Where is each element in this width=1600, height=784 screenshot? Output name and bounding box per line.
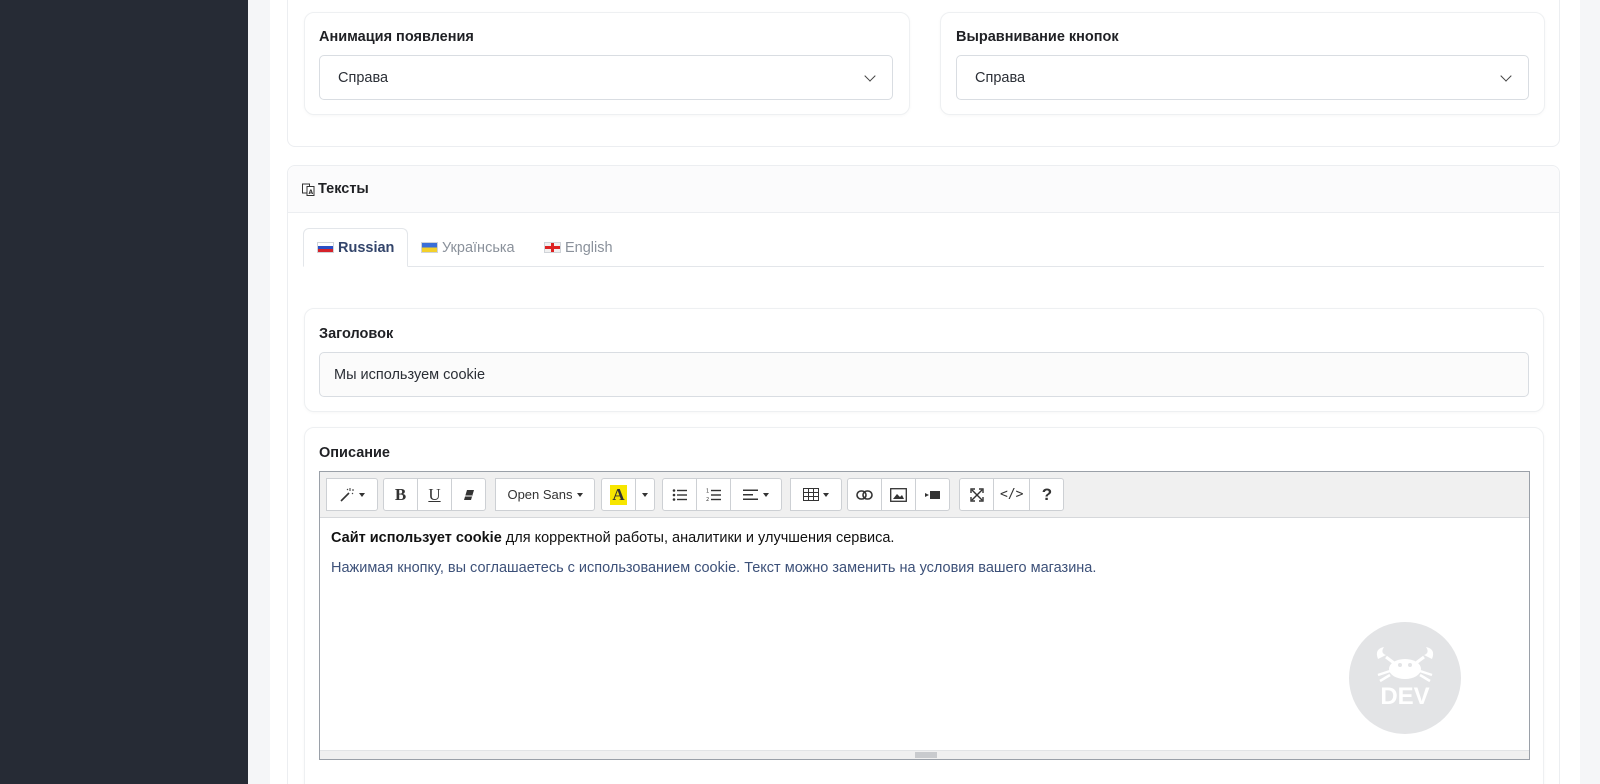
table-group [790, 478, 842, 511]
caret-down-icon [823, 492, 829, 497]
chevron-down-icon [1500, 69, 1512, 82]
table-button[interactable] [790, 478, 842, 511]
editor-line-2: Нажимая кнопку, вы соглашаетесь с исполь… [331, 560, 1097, 576]
caret-down-icon [763, 492, 769, 497]
sidebar [0, 0, 248, 784]
flag-en-icon [544, 242, 561, 253]
svg-text:A: A [309, 189, 314, 196]
tab-ukrainian-label: Українська [442, 239, 515, 256]
editor-content[interactable]: Сайт использует cookie для корректной ра… [331, 528, 1096, 578]
editor-toolbar: B U Open Sans A 1 2 </> ? [320, 472, 1529, 518]
rich-text-editor: B U Open Sans A 1 2 </> ? Сайт используе… [319, 471, 1530, 760]
bold-button[interactable]: B [383, 478, 418, 511]
underline-button[interactable]: U [417, 478, 452, 511]
help-icon: ? [1041, 484, 1053, 504]
bullet-list-icon [672, 488, 687, 501]
translate-icon: A [302, 183, 315, 196]
caret-down-icon [359, 492, 365, 497]
appear-animation-select[interactable]: Справа [319, 55, 893, 100]
buttons-alignment-select[interactable]: Справа [956, 55, 1529, 100]
caret-down-icon [642, 492, 648, 497]
flag-ru-icon [317, 242, 334, 253]
color-dropdown-button[interactable] [635, 478, 655, 511]
tab-ukrainian[interactable]: Українська [408, 228, 528, 267]
help-button[interactable]: ? [1029, 478, 1065, 511]
style-button[interactable] [326, 478, 378, 511]
font-style-group: B U [383, 478, 486, 511]
code-view-button[interactable]: </> [993, 478, 1031, 511]
editor-line-1-rest: для корректной работы, аналитики и улучш… [501, 530, 895, 546]
watermark-text: DEV [1380, 683, 1430, 710]
font-group: Open Sans [495, 478, 595, 511]
style-group [326, 478, 378, 511]
link-icon [856, 489, 873, 500]
unordered-list-button[interactable] [662, 478, 697, 511]
dev-watermark-logo: DEV [1349, 622, 1461, 734]
expand-icon [969, 487, 984, 502]
insert-group [847, 478, 950, 511]
resize-handle[interactable] [915, 752, 937, 758]
flag-ua-icon [421, 242, 438, 253]
chevron-down-icon [864, 69, 876, 82]
appear-animation-value: Справа [338, 69, 389, 86]
texts-card-header: A Тексты [288, 166, 1559, 213]
tab-english-label: English [565, 239, 613, 256]
picture-icon [890, 487, 907, 502]
editor-line-1: Сайт использует cookie для корректной ра… [331, 528, 1096, 548]
description-label: Описание [319, 445, 390, 461]
heading-label: Заголовок [319, 326, 394, 342]
ordered-list-button[interactable]: 1 2 [696, 478, 731, 511]
texts-card-title-text: Тексты [318, 181, 369, 197]
code-icon: </> [1000, 487, 1024, 502]
tab-russian[interactable]: Russian [303, 228, 409, 267]
svg-text:2: 2 [706, 497, 709, 502]
editor-statusbar [320, 750, 1529, 759]
tab-russian-label: Russian [338, 239, 395, 256]
text-color-icon: A [610, 484, 627, 505]
svg-text:1: 1 [706, 488, 709, 494]
texts-card-title: A Тексты [302, 181, 369, 197]
para-group: 1 2 [662, 478, 782, 511]
buttons-alignment-label: Выравнивание кнопок [956, 29, 1119, 45]
font-name-value: Open Sans [507, 487, 573, 502]
table-icon [803, 488, 819, 501]
buttons-alignment-value: Справа [975, 69, 1026, 86]
caret-down-icon [576, 492, 583, 497]
text-color-button[interactable]: A [601, 478, 636, 511]
align-left-icon [743, 489, 758, 500]
video-button[interactable] [915, 478, 950, 511]
image-button[interactable] [881, 478, 916, 511]
fullscreen-button[interactable] [959, 478, 994, 511]
tab-english[interactable]: English [531, 228, 626, 267]
clear-format-button[interactable] [451, 478, 486, 511]
view-group: </> ? [959, 478, 1065, 511]
link-button[interactable] [847, 478, 882, 511]
heading-input[interactable]: Мы используем cookie [319, 352, 1529, 397]
numbered-list-icon: 1 2 [706, 488, 721, 502]
heading-input-value: Мы используем cookie [334, 366, 486, 383]
font-name-dropdown[interactable]: Open Sans [495, 478, 595, 511]
eraser-icon [463, 489, 474, 500]
video-icon [925, 490, 940, 499]
align-dropdown-button[interactable] [730, 478, 782, 511]
underline-icon: U [428, 484, 441, 504]
color-group: A [601, 478, 655, 511]
magic-wand-icon [340, 487, 354, 502]
editor-bold-text: Сайт использует cookie [331, 530, 502, 546]
bold-icon: B [394, 484, 407, 504]
appear-animation-label: Анимация появления [319, 29, 474, 45]
crab-icon [1376, 647, 1434, 683]
